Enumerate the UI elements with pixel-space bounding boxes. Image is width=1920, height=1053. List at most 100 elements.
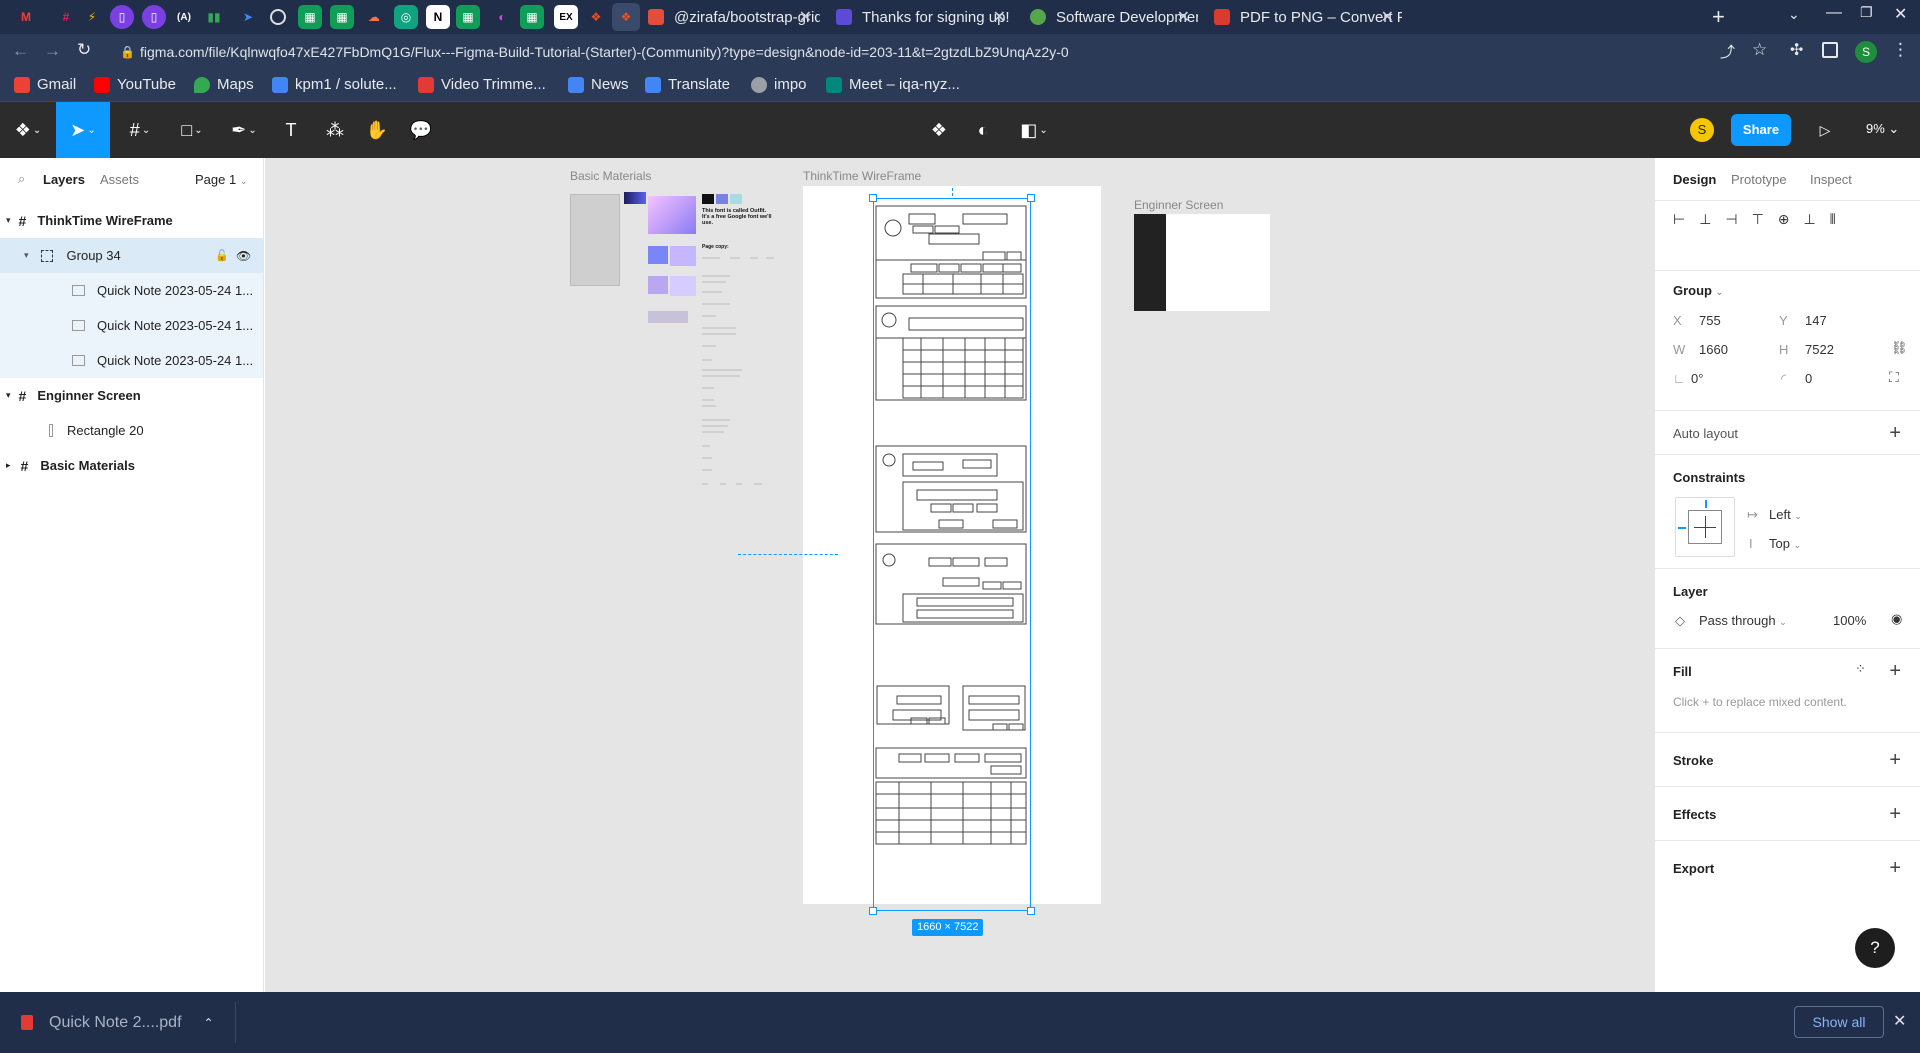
bookmark-maps[interactable]: Maps bbox=[194, 76, 254, 93]
bookmark-youtube[interactable]: YouTube bbox=[94, 76, 176, 93]
layer-row-rectangle-20[interactable]: Rectangle 20 bbox=[0, 413, 263, 448]
eye-icon[interactable]: 👁 bbox=[236, 249, 251, 263]
mask-icon[interactable]: ◐ bbox=[968, 102, 998, 158]
frame-tool-icon[interactable]: # ⌄ bbox=[120, 102, 160, 158]
profile-avatar[interactable]: S bbox=[1855, 41, 1877, 63]
chevron-up-icon[interactable]: ⌃ bbox=[204, 1016, 214, 1030]
blend-mode-dropdown[interactable]: Pass through ⌄ bbox=[1699, 613, 1787, 628]
figma-icon[interactable]: ❖ bbox=[584, 5, 608, 29]
bookmark-kpm[interactable]: kpm1 / solute... bbox=[272, 76, 397, 93]
bookmark-star-icon[interactable]: ☆ bbox=[1752, 40, 1767, 60]
rectangle-20[interactable] bbox=[1134, 214, 1166, 311]
globe-icon[interactable] bbox=[270, 9, 286, 25]
component-icon[interactable]: ❖ bbox=[924, 102, 954, 158]
figma-icon[interactable]: ❖ bbox=[612, 3, 640, 31]
menu-icon[interactable]: ⋮ bbox=[1892, 40, 1909, 60]
independent-corners-icon[interactable]: ⛶ bbox=[1889, 369, 1899, 386]
help-button[interactable]: ? bbox=[1855, 928, 1895, 968]
sheets-icon[interactable]: ▦ bbox=[456, 5, 480, 29]
download-item[interactable]: Quick Note 2....pdf ⌃ bbox=[0, 1000, 235, 1045]
sheets-icon[interactable]: ▦ bbox=[298, 5, 322, 29]
bookmark-impo[interactable]: impo bbox=[751, 76, 807, 93]
sheets-icon[interactable]: ▦ bbox=[330, 5, 354, 29]
minimize-icon[interactable]: — bbox=[1826, 4, 1842, 22]
bookmark-gmail[interactable]: Gmail bbox=[14, 76, 76, 93]
tab-assets[interactable]: Assets bbox=[100, 172, 139, 187]
resize-handle[interactable] bbox=[1027, 194, 1035, 202]
user-avatar[interactable]: S bbox=[1690, 118, 1714, 142]
app-icon[interactable]: ☁ bbox=[362, 5, 386, 29]
tab-design[interactable]: Design bbox=[1673, 172, 1716, 187]
url-bar[interactable]: 🔒 figma.com/file/Kqlnwqfo47xE427FbDmQ1G/… bbox=[110, 38, 1765, 66]
app-icon[interactable]: (A) bbox=[172, 5, 196, 29]
slack-icon[interactable]: # bbox=[54, 5, 78, 29]
new-tab-icon[interactable]: + bbox=[1712, 4, 1725, 30]
y-input[interactable]: 147 bbox=[1805, 313, 1827, 328]
add-export-icon[interactable]: + bbox=[1889, 858, 1901, 878]
text-tool-icon[interactable]: T bbox=[276, 102, 306, 158]
extensions-icon[interactable]: ✣ bbox=[1790, 40, 1803, 60]
w-input[interactable]: 1660 bbox=[1699, 342, 1728, 357]
app-icon[interactable]: EX bbox=[554, 5, 578, 29]
pen-tool-icon[interactable]: ✒ ⌄ bbox=[224, 102, 264, 158]
add-effect-icon[interactable]: + bbox=[1889, 804, 1901, 824]
restore-icon[interactable]: ❐ bbox=[1860, 4, 1873, 21]
notion-icon[interactable]: N bbox=[426, 5, 450, 29]
gmail-icon[interactable]: M bbox=[14, 5, 38, 29]
style-icon[interactable]: ⁘ bbox=[1855, 661, 1866, 677]
layer-row-group-34[interactable]: ▾ Group 34 🔓 👁 bbox=[0, 238, 263, 273]
bookmark-meet[interactable]: Meet – iqa-nyz... bbox=[826, 76, 960, 93]
tab-layers[interactable]: Layers bbox=[43, 172, 85, 187]
chevron-down-icon[interactable]: ▾ bbox=[6, 390, 11, 401]
resize-handle[interactable] bbox=[869, 194, 877, 202]
frame-label-thinktime[interactable]: ThinkTime WireFrame bbox=[803, 169, 921, 183]
close-icon[interactable]: ✕ bbox=[993, 7, 1006, 27]
vertical-constraint-dropdown[interactable]: Top ⌄ bbox=[1769, 536, 1801, 551]
layer-row-quick-note[interactable]: Quick Note 2023-05-24 1... bbox=[0, 343, 263, 378]
layer-row-quick-note[interactable]: Quick Note 2023-05-24 1... bbox=[0, 273, 263, 308]
browser-tab[interactable]: @zirafa/bootstrap-grid ✕ bbox=[640, 2, 820, 32]
resources-icon[interactable]: ⁂ bbox=[320, 102, 350, 158]
layer-row-thinktime-wireframe[interactable]: ▾ # ThinkTime WireFrame bbox=[0, 203, 263, 238]
share-page-icon[interactable]: ⤴ bbox=[1720, 41, 1735, 62]
app-icon[interactable]: ▮▮ bbox=[202, 5, 226, 29]
add-stroke-icon[interactable]: + bbox=[1889, 750, 1901, 770]
chevron-right-icon[interactable]: ▸ bbox=[6, 460, 11, 471]
x-input[interactable]: 755 bbox=[1699, 313, 1721, 328]
close-icon[interactable]: ✕ bbox=[799, 7, 812, 27]
tab-prototype[interactable]: Prototype bbox=[1731, 172, 1787, 187]
tab-inspect[interactable]: Inspect bbox=[1810, 172, 1852, 187]
unlock-icon[interactable]: 🔓 bbox=[215, 249, 229, 262]
present-icon[interactable]: ▷ bbox=[1812, 102, 1838, 158]
move-tool-icon[interactable]: ➤ ⌄ bbox=[56, 102, 110, 158]
browser-tab[interactable]: PDF to PNG – Convert P ✕ bbox=[1206, 2, 1402, 32]
design-canvas[interactable]: Basic Materials ThinkTime WireFrame Engi… bbox=[265, 158, 1654, 992]
constraint-left-active[interactable] bbox=[1678, 527, 1686, 529]
enginner-screen-frame[interactable] bbox=[1134, 214, 1270, 311]
eye-icon[interactable]: ◉ bbox=[1891, 611, 1902, 627]
hand-tool-icon[interactable]: ✋ bbox=[362, 102, 392, 158]
basic-materials-frame[interactable]: This font is called Outfit. It's a free … bbox=[570, 186, 800, 486]
constraint-top-active[interactable] bbox=[1705, 500, 1707, 508]
layer-row-enginner-screen[interactable]: ▾ # Enginner Screen bbox=[0, 378, 263, 413]
horizontal-constraint-dropdown[interactable]: Left ⌄ bbox=[1769, 507, 1802, 522]
layer-row-basic-materials[interactable]: ▸ # Basic Materials bbox=[0, 448, 263, 483]
frame-label-basic-materials[interactable]: Basic Materials bbox=[570, 169, 651, 183]
app-icon[interactable]: ⚡ bbox=[80, 5, 104, 29]
bookmark-video-trimmer[interactable]: Video Trimme... bbox=[418, 76, 546, 93]
close-icon[interactable]: ✕ bbox=[1177, 7, 1190, 27]
radius-input[interactable]: 0 bbox=[1805, 371, 1812, 386]
figma-main-menu-icon[interactable]: ❖ ⌄ bbox=[10, 102, 46, 158]
back-icon[interactable]: ← bbox=[12, 41, 29, 61]
close-icon[interactable]: ✕ bbox=[1381, 7, 1394, 27]
constraints-widget[interactable] bbox=[1675, 497, 1735, 557]
rotation-input[interactable]: 0° bbox=[1691, 371, 1703, 386]
add-fill-icon[interactable]: + bbox=[1889, 661, 1901, 681]
search-icon[interactable]: ⌕ bbox=[18, 171, 25, 187]
app-icon[interactable]: ▯ bbox=[142, 5, 166, 29]
tab-search-icon[interactable]: ⌄ bbox=[1788, 6, 1800, 23]
browser-tab[interactable]: Software Development ✕ bbox=[1022, 2, 1198, 32]
opacity-input[interactable]: 100% bbox=[1833, 613, 1866, 628]
chat-icon[interactable]: ◎ bbox=[394, 5, 418, 29]
app-icon[interactable]: ▯ bbox=[110, 5, 134, 29]
